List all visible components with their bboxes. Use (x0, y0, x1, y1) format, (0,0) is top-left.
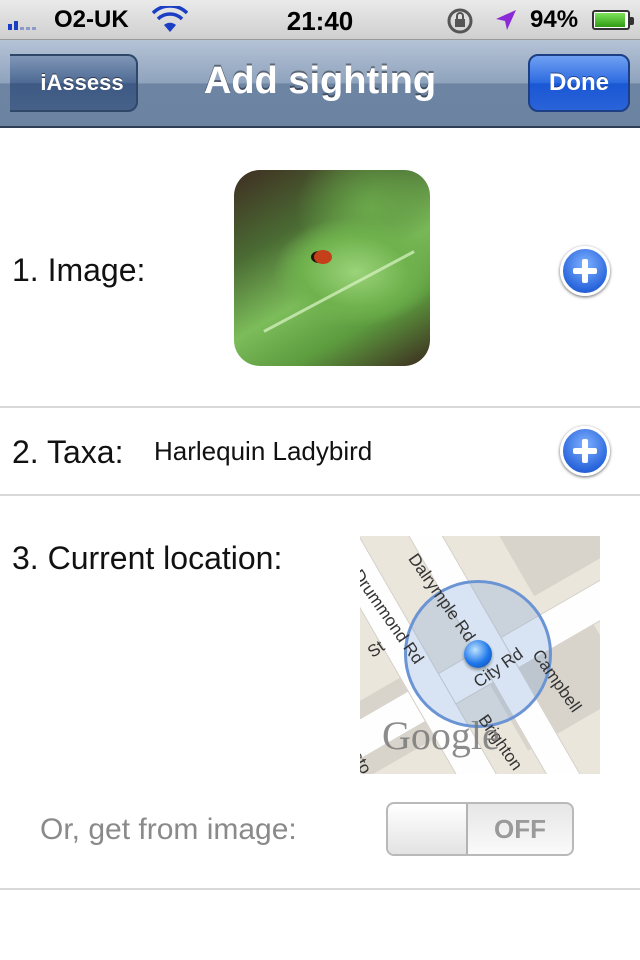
status-bar: O2-UK 21:40 94% (0, 0, 640, 40)
divider (0, 406, 640, 408)
divider (0, 888, 640, 890)
toggle-knob[interactable] (388, 804, 468, 854)
navigation-bar: iAssess Add sighting Done (0, 40, 640, 128)
from-image-label: Or, get from image: (40, 813, 297, 846)
add-taxa-button[interactable] (560, 426, 610, 476)
add-image-button[interactable] (560, 246, 610, 296)
location-map[interactable]: Dalrymple Rd Drummond Rd City Rd Campbel… (360, 536, 600, 774)
location-row-label: 3. Current location: (12, 540, 283, 576)
done-button[interactable]: Done (528, 54, 630, 112)
taxa-row-label: 2. Taxa: (12, 434, 124, 470)
battery-icon (592, 10, 634, 30)
image-row-label: 1. Image: (12, 252, 146, 288)
google-logo: Google (382, 713, 500, 758)
divider (0, 494, 640, 496)
toggle-state: OFF (494, 814, 546, 844)
location-arrow-icon (496, 10, 516, 30)
rotation-lock-icon (447, 8, 473, 34)
taxa-value: Harlequin Ladybird (154, 436, 373, 466)
sighting-photo-thumbnail[interactable] (234, 170, 430, 366)
battery-percent: 94% (530, 6, 579, 33)
from-image-toggle[interactable]: OFF (386, 802, 574, 856)
